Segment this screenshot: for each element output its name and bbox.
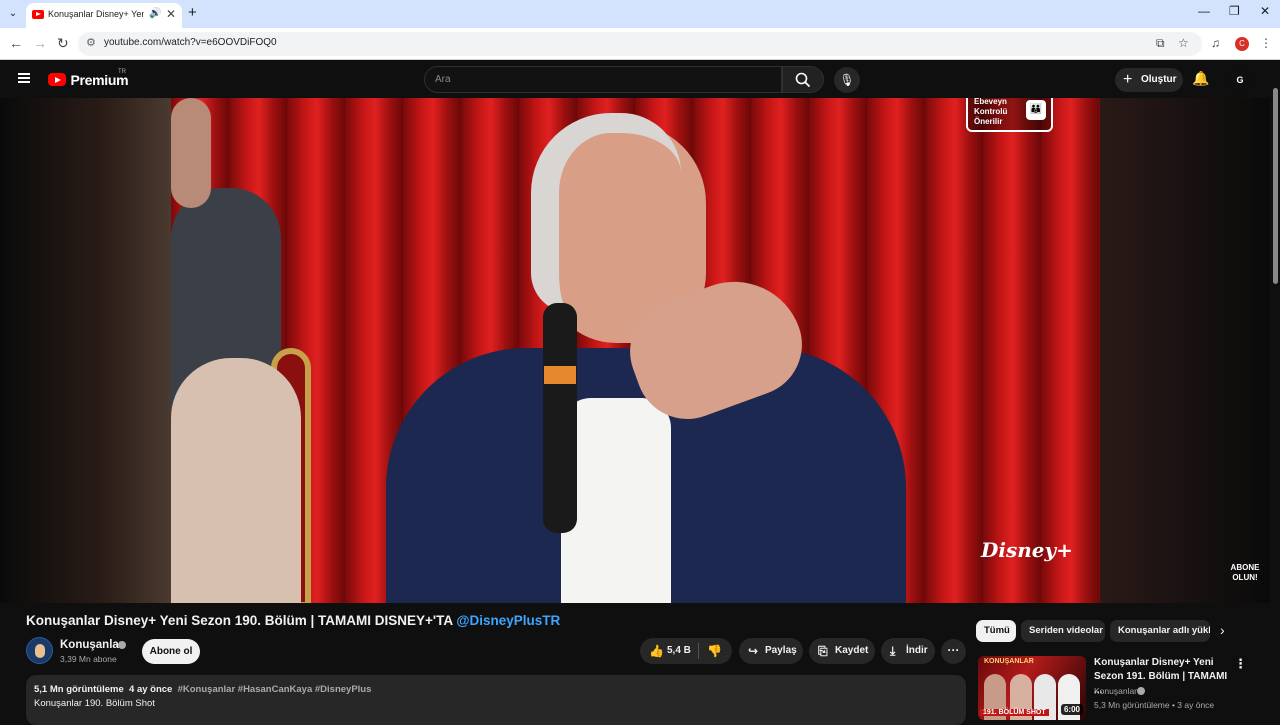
channel-avatar[interactable] <box>26 637 53 664</box>
page-scrollbar[interactable] <box>1270 60 1280 720</box>
recommendation-menu-icon[interactable]: ⋮ <box>1234 656 1247 672</box>
audience-woman <box>171 358 301 603</box>
share-button[interactable]: ↪ Paylaş <box>739 638 803 664</box>
share-arrow-icon: ↪ <box>748 644 759 658</box>
bookmark-icon: ⎘ <box>818 644 828 658</box>
bookmark-star-icon[interactable]: ☆ <box>1178 36 1189 50</box>
verified-check-icon <box>118 641 126 649</box>
download-icon: ⤓ <box>890 644 896 658</box>
video-duration: 6:00 <box>1060 704 1083 715</box>
forward-arrow-icon[interactable]: → <box>33 35 47 51</box>
minimize-icon[interactable]: — <box>1198 4 1210 18</box>
more-actions-icon[interactable]: ··· <box>941 639 966 664</box>
voice-search-mic-icon[interactable]: 🎙 <box>834 67 860 93</box>
logo-region: TR <box>118 69 126 75</box>
browser-menu-icon[interactable]: ⋮ <box>1260 36 1272 50</box>
chip-uploader[interactable]: Konuşanlar adlı yükleyiciden <box>1110 620 1210 642</box>
like-thumb-icon[interactable]: 👍 <box>649 638 664 664</box>
like-dislike-bar: 👍 5,4 B 👎 <box>640 638 732 664</box>
notifications-bell-icon[interactable]: 🔔 <box>1192 70 1209 87</box>
youtube-favicon-icon <box>32 10 44 19</box>
speaker-shirt <box>561 398 671 603</box>
plus-icon: + <box>1123 71 1133 88</box>
dislike-thumb-icon[interactable]: 👎 <box>707 638 722 664</box>
browser-tab-active[interactable]: Konuşanlar Disney+ Yeni Sezon 🔊 ✕ <box>26 3 182 28</box>
recommendation-thumbnail[interactable]: KONUŞANLAR 191. BÖLÜM SHOT 6:00 <box>978 656 1086 720</box>
account-avatar[interactable]: G <box>1229 69 1251 91</box>
chevron-right-icon[interactable]: › <box>1220 622 1225 638</box>
address-bar[interactable]: ⚙ youtube.com/watch?v=e6OOVDiFOQ0 <box>78 32 1202 56</box>
download-label: İndir <box>906 645 928 656</box>
description-meta: 5,1 Mn görüntüleme 4 ay önce #Konuşanlar… <box>34 684 371 695</box>
youtube-play-icon <box>48 73 66 87</box>
tab-search-chevron-icon[interactable]: ⌄ <box>4 5 22 23</box>
video-title-text: Konuşanlar Disney+ Yeni Sezon 190. Bölüm… <box>26 613 457 628</box>
verified-check-icon <box>1137 687 1145 695</box>
microphone <box>543 303 577 533</box>
parental-text: Ebeveyn Kontrolü Önerilir <box>974 98 1008 126</box>
new-tab-plus-icon[interactable]: + <box>188 4 197 21</box>
like-divider <box>698 643 699 659</box>
tab-close-icon[interactable]: ✕ <box>166 7 176 21</box>
media-control-icon[interactable]: ♫ <box>1211 36 1220 50</box>
search-button[interactable] <box>782 66 824 93</box>
microphone-ring <box>544 366 576 384</box>
recommendation-channel[interactable]: Konuşanlar <box>1094 686 1137 696</box>
browser-tab-strip: ⌄ Konuşanlar Disney+ Yeni Sezon 🔊 ✕ + — … <box>0 0 1280 28</box>
family-lock-icon: 👪 <box>1026 100 1046 120</box>
thumb-badge: 191. BÖLÜM SHOT <box>980 709 1049 716</box>
youtube-header: Premium TR Ara 🎙 + Oluştur 🔔 G <box>0 60 1270 98</box>
chip-series[interactable]: Seriden videolar <box>1021 620 1105 642</box>
site-info-icon[interactable]: ⚙ <box>86 36 96 49</box>
audio-playing-icon[interactable]: 🔊 <box>149 8 161 19</box>
ambient-right <box>1100 98 1270 603</box>
upload-age: 4 ay önce <box>129 684 173 695</box>
save-button[interactable]: ⎘ Kaydet <box>809 638 875 664</box>
channel-name[interactable]: Konuşanlar <box>60 639 123 651</box>
speaker-hair <box>531 113 681 313</box>
save-label: Kaydet <box>835 645 869 656</box>
hamburger-menu-icon[interactable] <box>18 73 30 83</box>
install-app-icon[interactable]: ⧉ <box>1156 36 1165 51</box>
window-close-icon[interactable]: ✕ <box>1260 4 1270 18</box>
download-button[interactable]: ⤓ İndir <box>881 638 935 664</box>
reload-icon[interactable]: ↻ <box>57 35 69 52</box>
scrollbar-thumb[interactable] <box>1273 88 1278 284</box>
back-arrow-icon[interactable]: ← <box>9 35 23 51</box>
search-icon <box>795 72 811 88</box>
description-box[interactable]: 5,1 Mn görüntüleme 4 ay önce #Konuşanlar… <box>26 675 966 725</box>
video-title: Konuşanlar Disney+ Yeni Sezon 190. Bölüm… <box>26 613 560 628</box>
subscribe-watermark: ABONE OLUN! <box>1230 563 1260 582</box>
hashtags[interactable]: #Konuşanlar #HasanCanKaya #DisneyPlus <box>178 684 372 695</box>
browser-toolbar: ← → ↻ ⚙ youtube.com/watch?v=e6OOVDiFOQ0 … <box>0 28 1280 60</box>
description-text: Konuşanlar 190. Bölüm Shot <box>34 698 155 709</box>
thumb-title: KONUŞANLAR <box>984 658 1034 665</box>
restore-icon[interactable]: ❐ <box>1229 4 1240 18</box>
chip-all[interactable]: Tümü <box>976 620 1016 642</box>
search-placeholder: Ara <box>435 74 451 85</box>
url-text[interactable]: youtube.com/watch?v=e6OOVDiFOQ0 <box>104 37 277 48</box>
like-count[interactable]: 5,4 B <box>667 638 691 664</box>
subscribe-button[interactable]: Abone ol <box>142 639 200 664</box>
audience-man-head <box>171 98 211 208</box>
view-count: 5,1 Mn görüntüleme <box>34 684 124 695</box>
subscriber-count: 3,39 Mn abone <box>60 654 117 664</box>
create-label: Oluştur <box>1141 74 1177 85</box>
video-player[interactable]: Ebeveyn Kontrolü Önerilir 👪 Disney+ ABON… <box>0 98 1270 603</box>
share-label: Paylaş <box>765 645 797 656</box>
disney-plus-logo: Disney+ <box>981 538 1073 562</box>
search-input[interactable]: Ara <box>424 66 782 93</box>
ambient-left <box>0 98 171 603</box>
tab-title: Konuşanlar Disney+ Yeni Sezon <box>48 9 144 19</box>
profile-avatar[interactable]: C <box>1235 37 1249 51</box>
create-button[interactable]: + Oluştur <box>1115 68 1183 92</box>
youtube-premium-logo[interactable]: Premium TR <box>48 69 129 89</box>
title-mention-link[interactable]: @DisneyPlusTR <box>456 613 560 628</box>
parental-guidance-badge: Ebeveyn Kontrolü Önerilir 👪 <box>966 98 1053 132</box>
recommendation-meta: 5,3 Mn görüntüleme • 3 ay önce <box>1094 700 1215 710</box>
video-frame[interactable]: Ebeveyn Kontrolü Önerilir 👪 Disney+ <box>171 98 1100 603</box>
